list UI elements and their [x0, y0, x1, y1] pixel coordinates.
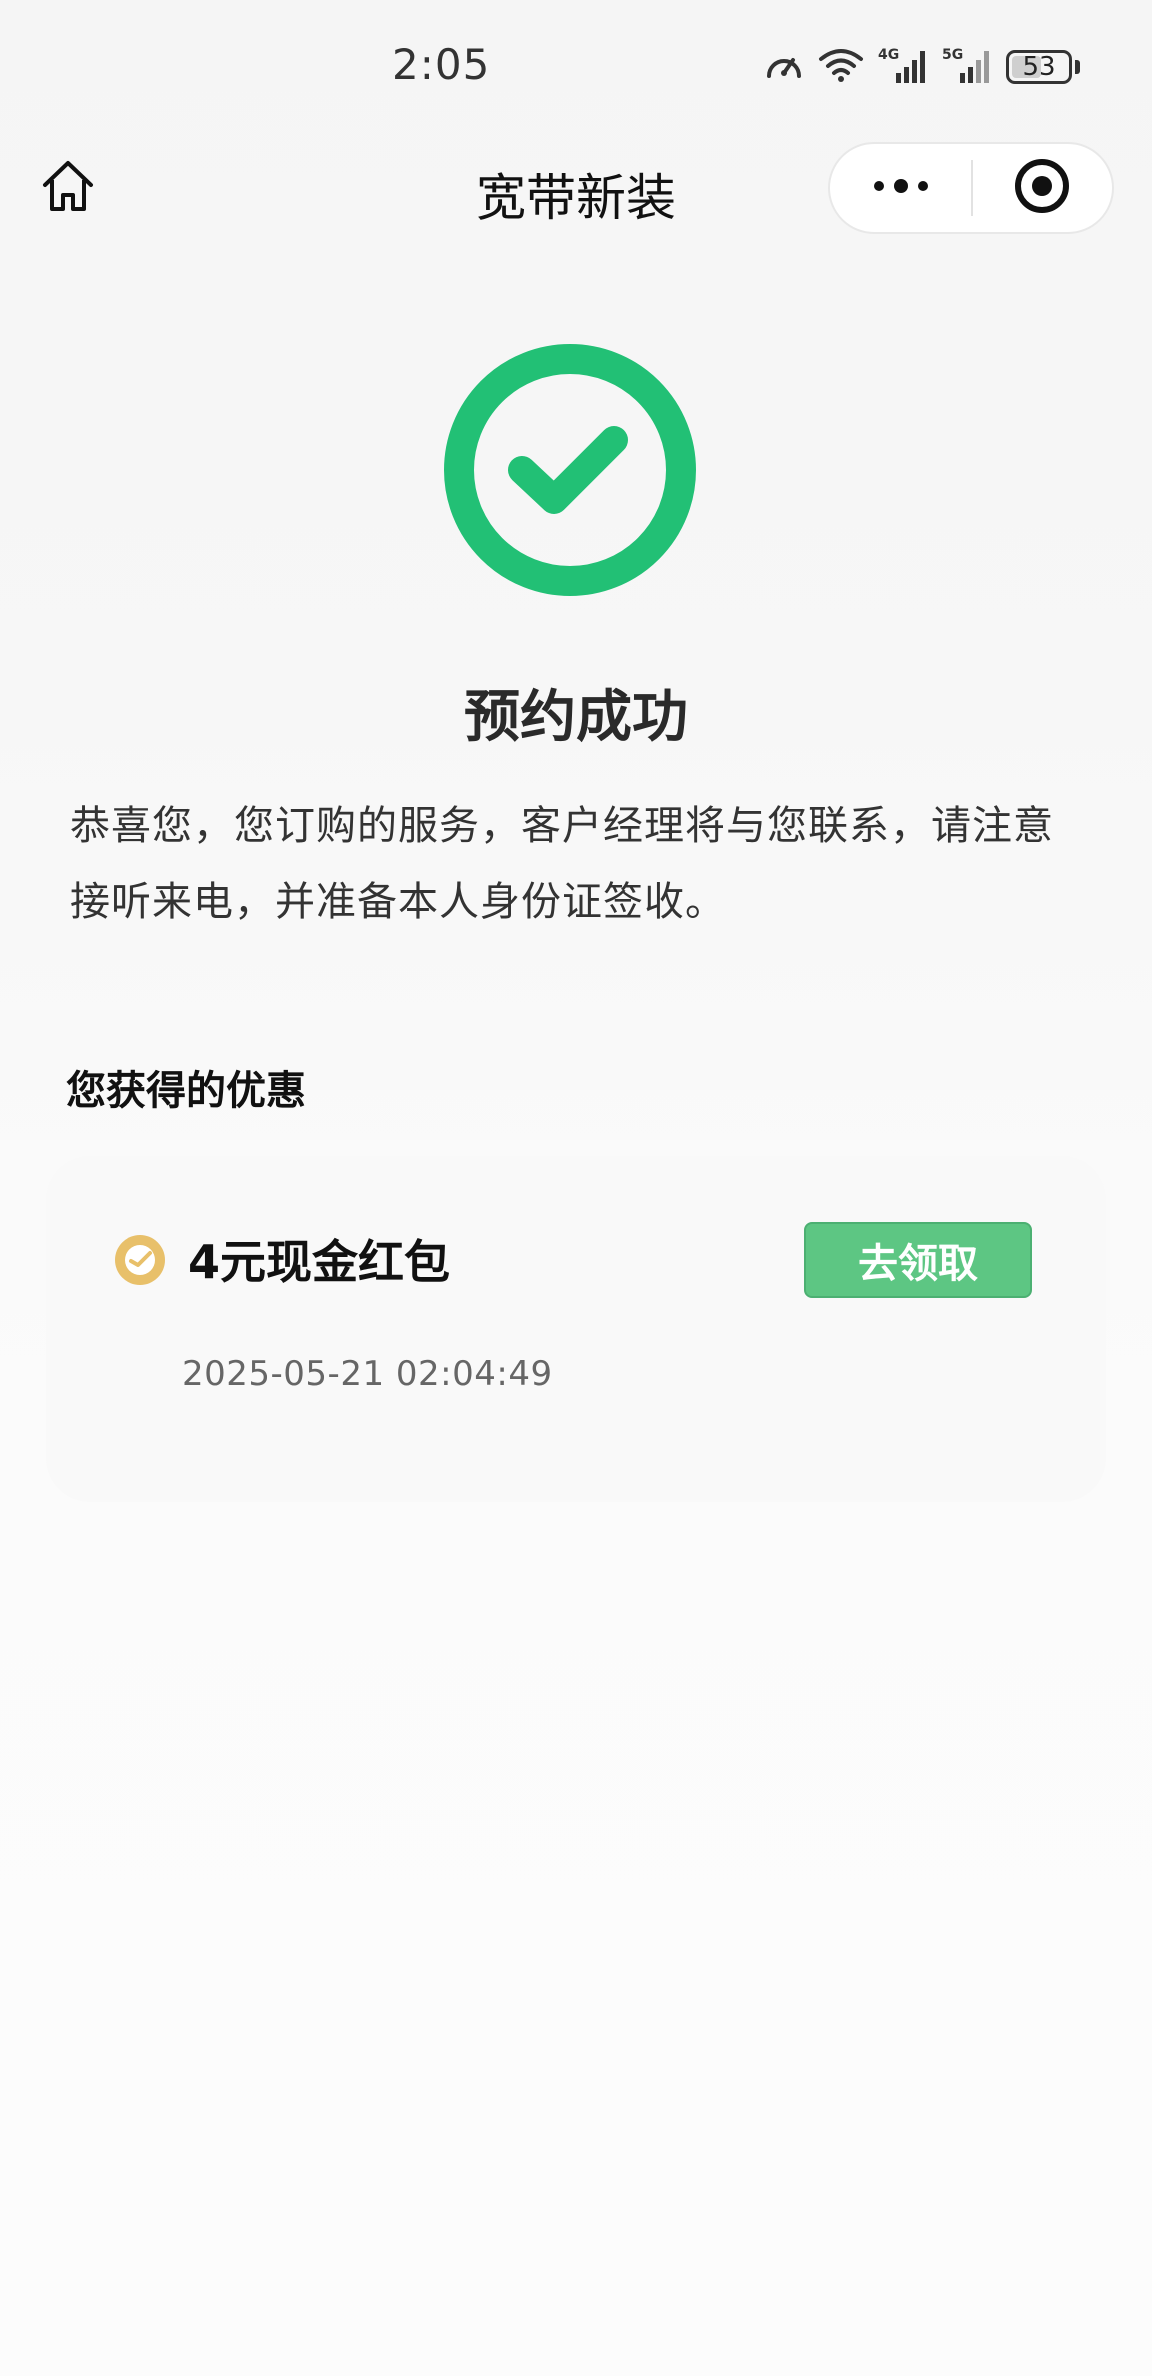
- target-close-icon: [1014, 158, 1070, 218]
- status-time: 2:05: [392, 40, 491, 89]
- svg-text:5G: 5G: [942, 47, 963, 63]
- 4g-signal-icon: 4G: [878, 45, 928, 89]
- nav-bar: 宽带新装: [0, 130, 1152, 250]
- battery-tip: [1075, 60, 1080, 74]
- battery-icon: 53: [1006, 50, 1072, 84]
- wifi-icon: [818, 47, 864, 87]
- coupon-icon: [114, 1234, 166, 1286]
- menu-capsule: [828, 142, 1114, 234]
- check-circle-icon: [444, 344, 696, 596]
- close-button[interactable]: [973, 144, 1112, 232]
- status-bar: 2:05 4G 5G 53: [0, 0, 1152, 130]
- benefits-section-title: 您获得的优惠: [66, 1068, 306, 1114]
- status-icons: 4G 5G 53: [764, 44, 1080, 90]
- speed-icon: [764, 48, 804, 86]
- success-message: 恭喜您，您订购的服务，客户经理将与您联系，请注意接听来电，并准备本人身份证签收。: [70, 803, 1054, 925]
- 5g-signal-icon: 5G: [942, 45, 992, 89]
- success-title: 预约成功: [464, 685, 688, 750]
- coupon-name: 4元现金红包: [188, 1235, 451, 1289]
- more-button[interactable]: [830, 144, 971, 232]
- more-dots-icon: [871, 176, 931, 200]
- coupon-time: 2025-05-21 02:04:49: [182, 1354, 553, 1394]
- battery-level: 53: [1022, 52, 1056, 82]
- coupon-card: 4元现金红包 去领取 2025-05-21 02:04:49: [46, 1156, 1106, 1502]
- claim-button[interactable]: 去领取: [804, 1222, 1032, 1298]
- svg-text:4G: 4G: [878, 47, 899, 63]
